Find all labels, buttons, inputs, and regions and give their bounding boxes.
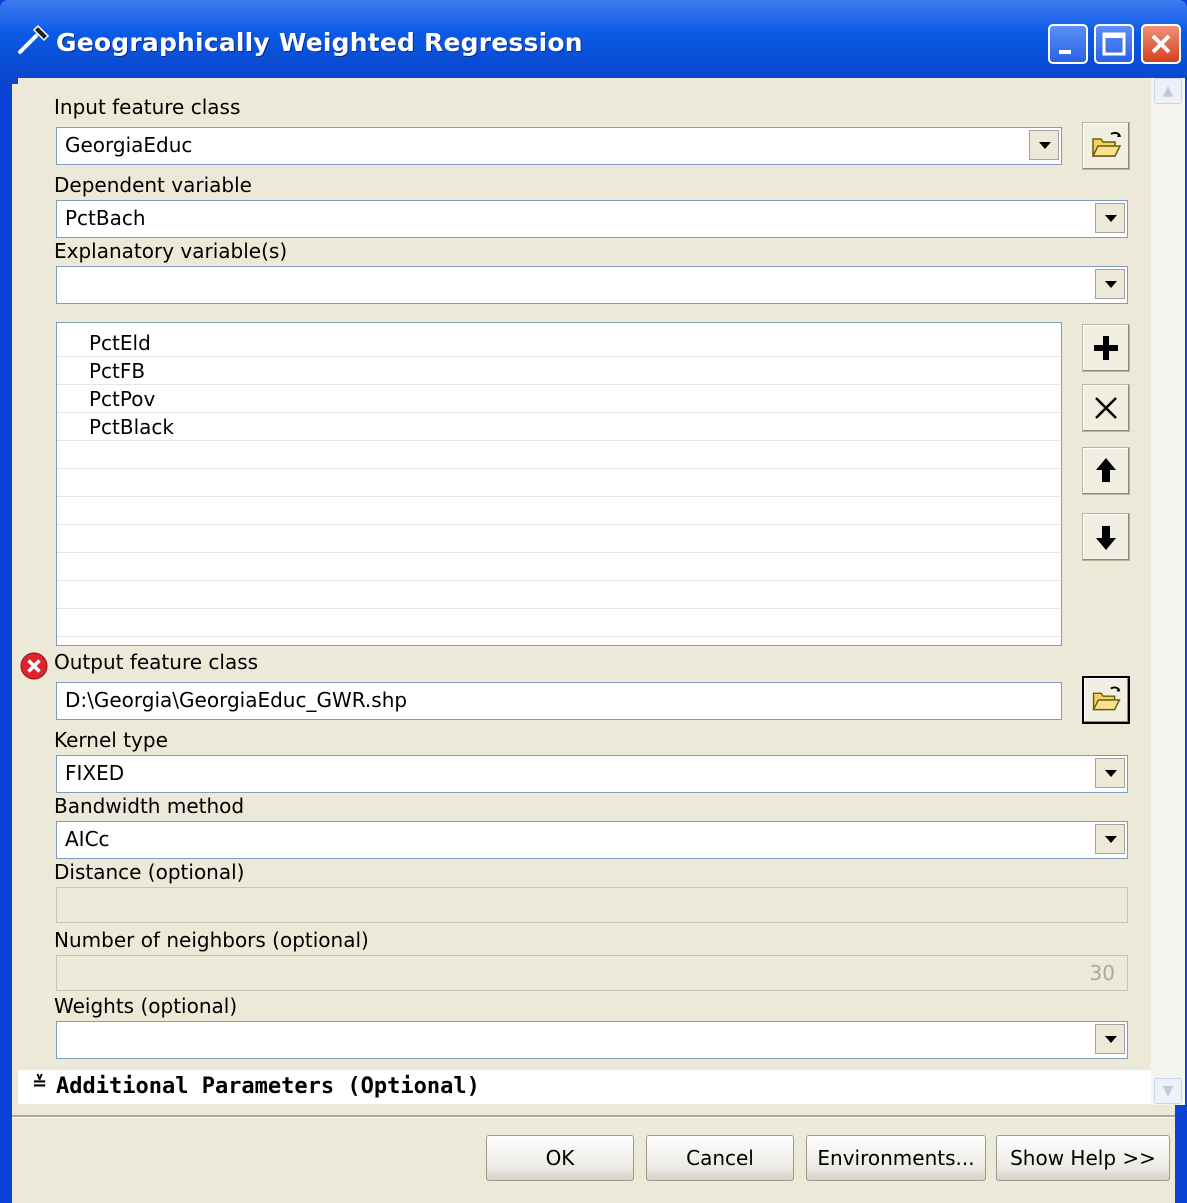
weights-label: Weights (optional) <box>54 994 238 1018</box>
number-of-neighbors-input: 30 <box>56 955 1128 991</box>
list-item[interactable]: PctBlack <box>57 413 1061 441</box>
dependent-variable-dropdown-button[interactable] <box>1095 203 1125 233</box>
kernel-type-value: FIXED <box>65 761 125 785</box>
title-bar[interactable]: Geographically Weighted Regression <box>0 0 1187 84</box>
explanatory-variables-combo[interactable] <box>56 266 1128 304</box>
distance-input <box>56 887 1128 923</box>
move-down-button[interactable] <box>1082 513 1130 561</box>
dependent-variable-combo[interactable]: PctBach <box>56 200 1128 238</box>
list-item-empty[interactable] <box>57 469 1061 497</box>
remove-variable-button[interactable] <box>1082 384 1130 432</box>
explanatory-variables-dropdown-button[interactable] <box>1095 269 1125 299</box>
maximize-button[interactable] <box>1094 24 1134 64</box>
number-of-neighbors-value: 30 <box>1089 961 1115 985</box>
environments-button[interactable]: Environments... <box>806 1135 986 1181</box>
vertical-scrollbar[interactable]: ▲ ▼ <box>1151 78 1185 1105</box>
bandwidth-method-label: Bandwidth method <box>54 794 245 818</box>
error-icon <box>20 652 48 680</box>
list-item[interactable]: PctFB <box>57 357 1061 385</box>
additional-parameters-label: Additional Parameters (Optional) <box>56 1074 480 1099</box>
open-folder-icon <box>1092 686 1121 711</box>
maximize-icon <box>1102 32 1126 56</box>
input-feature-class-dropdown-button[interactable] <box>1029 130 1059 160</box>
button-divider <box>12 1115 1175 1118</box>
explanatory-variables-list[interactable]: PctEld PctFB PctPov PctBlack <box>56 322 1062 646</box>
browse-input-button[interactable] <box>1082 122 1130 170</box>
output-feature-class-label: Output feature class <box>54 650 259 674</box>
list-item-empty[interactable] <box>57 581 1061 609</box>
weights-dropdown-button[interactable] <box>1095 1024 1125 1054</box>
browse-output-button[interactable] <box>1082 676 1130 724</box>
double-chevron-down-icon: ≚ <box>32 1073 48 1094</box>
dependent-variable-label: Dependent variable <box>54 173 252 197</box>
close-button[interactable] <box>1141 24 1181 64</box>
bandwidth-method-dropdown-button[interactable] <box>1095 824 1125 854</box>
minimize-button[interactable] <box>1048 24 1088 64</box>
list-item-empty[interactable] <box>57 497 1061 525</box>
window-title: Geographically Weighted Regression <box>56 28 583 57</box>
dialog-window: Geographically Weighted Regression ▲ ▼ I… <box>0 0 1187 1203</box>
chevron-up-icon: ▲ <box>1162 83 1174 99</box>
explanatory-variables-label: Explanatory variable(s) <box>54 239 288 263</box>
output-feature-class-value: D:\Georgia\GeorgiaEduc_GWR.shp <box>65 688 408 712</box>
hammer-icon <box>18 24 50 54</box>
scroll-down-button[interactable]: ▼ <box>1154 1078 1182 1104</box>
move-up-button[interactable] <box>1082 447 1130 495</box>
input-feature-class-combo[interactable]: GeorgiaEduc <box>56 127 1062 165</box>
chevron-down-icon: ▼ <box>1162 1083 1174 1099</box>
weights-combo[interactable] <box>56 1021 1128 1059</box>
cancel-button[interactable]: Cancel <box>646 1135 794 1181</box>
close-icon <box>1151 34 1171 54</box>
list-item-empty[interactable] <box>57 609 1061 637</box>
list-item[interactable]: PctPov <box>57 385 1061 413</box>
add-variable-button[interactable] <box>1082 324 1130 372</box>
scroll-up-button[interactable]: ▲ <box>1154 78 1182 104</box>
kernel-type-combo[interactable]: FIXED <box>56 755 1128 793</box>
list-item[interactable]: PctEld <box>57 329 1061 357</box>
arrow-down-icon <box>1096 526 1116 550</box>
output-feature-class-input[interactable]: D:\Georgia\GeorgiaEduc_GWR.shp <box>56 682 1062 720</box>
ok-button[interactable]: OK <box>486 1135 634 1181</box>
kernel-type-label: Kernel type <box>54 728 168 752</box>
bandwidth-method-value: AICc <box>65 827 110 851</box>
kernel-type-dropdown-button[interactable] <box>1095 758 1125 788</box>
minimize-icon <box>1059 50 1071 54</box>
arrow-up-icon <box>1096 458 1116 482</box>
bandwidth-method-combo[interactable]: AICc <box>56 821 1128 859</box>
distance-label: Distance (optional) <box>54 860 245 884</box>
additional-parameters-expander[interactable]: ≚ Additional Parameters (Optional) <box>18 1070 1151 1104</box>
list-item-empty[interactable] <box>57 553 1061 581</box>
show-help-button[interactable]: Show Help >> <box>996 1135 1170 1181</box>
dependent-variable-value: PctBach <box>65 206 146 230</box>
plus-icon <box>1094 336 1118 360</box>
input-feature-class-value: GeorgiaEduc <box>65 133 193 157</box>
list-item-empty[interactable] <box>57 525 1061 553</box>
number-of-neighbors-label: Number of neighbors (optional) <box>54 928 369 952</box>
input-feature-class-label: Input feature class <box>54 95 241 119</box>
open-folder-icon <box>1091 131 1122 157</box>
list-item-empty[interactable] <box>57 441 1061 469</box>
delete-x-icon <box>1095 397 1117 419</box>
